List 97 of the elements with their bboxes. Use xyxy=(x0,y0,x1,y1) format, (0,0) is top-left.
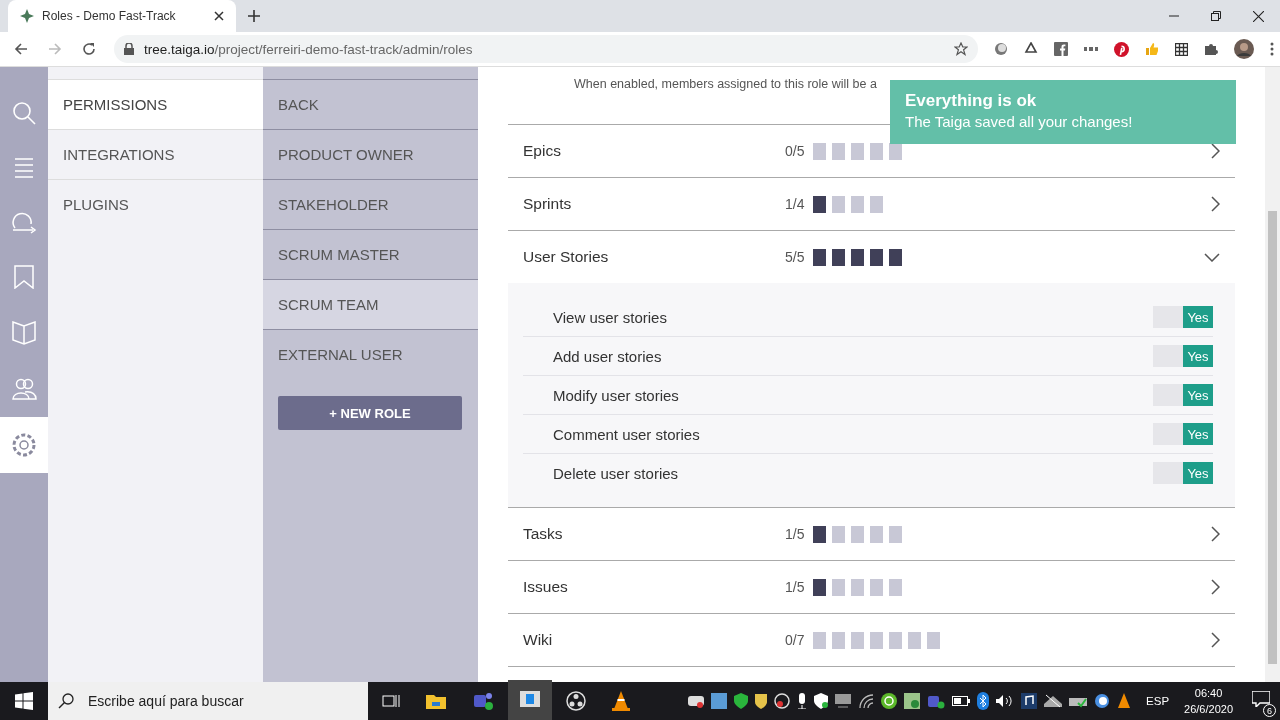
thumbs-up-icon[interactable] xyxy=(1145,42,1159,56)
permission-label: View user stories xyxy=(553,308,668,326)
bluetooth-icon[interactable] xyxy=(977,692,990,710)
wifi-icon[interactable] xyxy=(858,693,875,709)
chevron-right-icon xyxy=(1211,196,1220,212)
settings-icon xyxy=(11,432,37,458)
windows-start-icon[interactable] xyxy=(15,692,33,710)
loop-arrow-icon xyxy=(11,210,37,234)
search-icon xyxy=(11,100,37,126)
category-name: Issues xyxy=(523,578,569,596)
microphone-icon[interactable] xyxy=(797,693,808,709)
shield-icon[interactable] xyxy=(755,693,768,709)
admin-menu-item[interactable]: PLUGINS xyxy=(48,180,263,229)
permission-count: 1/4 xyxy=(785,196,806,212)
permission-count: 1/5 xyxy=(785,579,806,595)
permission-label: Modify user stories xyxy=(553,386,680,404)
role-item[interactable]: STAKEHOLDER xyxy=(263,180,478,230)
permission-label: Add user stories xyxy=(553,347,663,365)
tray-icon[interactable] xyxy=(1044,694,1063,708)
traffic-cone-icon[interactable] xyxy=(1117,693,1132,709)
permission-count: 0/5 xyxy=(785,143,806,159)
grid-icon[interactable] xyxy=(1175,42,1188,56)
permission-category[interactable]: Sprints 1/4 xyxy=(508,178,1235,231)
browser-tab[interactable]: Roles - Demo Fast-Track xyxy=(8,0,236,32)
speaker-icon[interactable] xyxy=(996,694,1015,708)
toast-title: Everything is ok xyxy=(905,91,1038,111)
tray-icon[interactable] xyxy=(1094,693,1111,709)
dots-icon[interactable] xyxy=(1084,46,1098,52)
shield-icon[interactable] xyxy=(814,693,829,709)
permission-count: 1/5 xyxy=(785,526,806,542)
category-name: Tasks xyxy=(523,525,564,543)
folder-icon[interactable] xyxy=(426,693,446,709)
tray-icon[interactable] xyxy=(688,694,705,708)
search-icon xyxy=(58,693,74,709)
star-icon[interactable] xyxy=(954,42,968,56)
notice-text: When enabled, members assigned to this role will be a xyxy=(574,77,877,91)
new-tab-icon[interactable] xyxy=(248,10,260,22)
shield-icon[interactable] xyxy=(734,693,749,709)
category-name: Wiki xyxy=(523,631,554,649)
more-icon[interactable] xyxy=(1270,42,1274,56)
circle-icon[interactable] xyxy=(994,42,1008,56)
window-app-icon[interactable] xyxy=(520,691,540,707)
category-name: Epics xyxy=(523,142,562,160)
address-bar[interactable]: tree.taiga.io/project/ferreiri-demo-fast-track/admin/roles xyxy=(114,35,978,63)
new-role-button[interactable]: + NEW ROLE xyxy=(278,396,462,430)
book-icon xyxy=(11,321,37,345)
language-indicator[interactable]: ESP xyxy=(1146,695,1170,707)
chevron-right-icon xyxy=(1211,526,1220,542)
tray-icon[interactable] xyxy=(711,693,728,709)
permission-category[interactable]: Issues 1/5 xyxy=(508,561,1235,614)
permission-count: 5/5 xyxy=(785,249,806,265)
task-view-icon[interactable] xyxy=(382,693,400,709)
permission-label: Comment user stories xyxy=(553,425,701,443)
teams-icon[interactable] xyxy=(472,691,494,711)
teams-icon[interactable] xyxy=(927,693,946,709)
permission-category[interactable]: Wiki 0/7 xyxy=(508,614,1235,667)
pinterest-icon[interactable] xyxy=(1114,41,1129,57)
back-arrow-icon[interactable] xyxy=(14,42,28,56)
notification-icon[interactable] xyxy=(1252,691,1270,707)
battery-icon[interactable] xyxy=(952,696,971,706)
url-text: tree.taiga.io/project/ferreiri-demo-fast-track/admin/roles xyxy=(144,41,474,57)
traffic-cone-icon[interactable] xyxy=(612,691,630,711)
close-icon[interactable] xyxy=(1253,10,1264,22)
monitor-icon[interactable] xyxy=(835,694,852,708)
people-icon xyxy=(11,377,37,401)
chevron-right-icon xyxy=(1211,143,1220,159)
chevron-down-icon xyxy=(1204,252,1220,262)
admin-menu-item[interactable]: PERMISSIONS xyxy=(48,80,263,130)
chevron-right-icon xyxy=(1211,579,1220,595)
scrollbar[interactable] xyxy=(1265,67,1280,682)
permission-category[interactable]: Tasks 1/5 xyxy=(508,508,1235,561)
taskbar-search-field[interactable]: Escribe aquí para buscar xyxy=(48,682,368,720)
notification-count: 6 xyxy=(1263,704,1276,717)
role-item[interactable]: EXTERNAL USER xyxy=(263,330,478,379)
close-icon[interactable] xyxy=(214,11,224,21)
facebook-icon[interactable] xyxy=(1054,42,1068,56)
category-name: User Stories xyxy=(523,248,610,266)
tray-icon[interactable] xyxy=(774,693,791,709)
role-item[interactable]: PRODUCT OWNER xyxy=(263,130,478,180)
settings-nav-button[interactable] xyxy=(0,417,48,473)
role-item[interactable]: BACK xyxy=(263,80,478,130)
role-item[interactable]: SCRUM TEAM xyxy=(263,280,478,330)
permission-label: Delete user stories xyxy=(553,464,680,482)
menu-icon xyxy=(14,157,34,179)
bookmark-icon xyxy=(13,265,35,289)
clock[interactable]: 06:40 26/6/2020 xyxy=(1184,685,1233,717)
category-name: Sprints xyxy=(523,195,573,213)
obs-icon[interactable] xyxy=(566,691,586,711)
tray-icon[interactable] xyxy=(904,693,921,709)
avatar-icon[interactable] xyxy=(1234,39,1254,59)
restore-icon[interactable] xyxy=(1211,10,1221,21)
puzzle-icon[interactable] xyxy=(1204,42,1218,56)
lock-icon xyxy=(124,43,134,55)
chevron-right-icon xyxy=(1211,632,1220,648)
permission-count: 0/7 xyxy=(785,632,806,648)
star-logo-icon xyxy=(20,9,34,23)
reload-icon[interactable] xyxy=(82,42,96,56)
